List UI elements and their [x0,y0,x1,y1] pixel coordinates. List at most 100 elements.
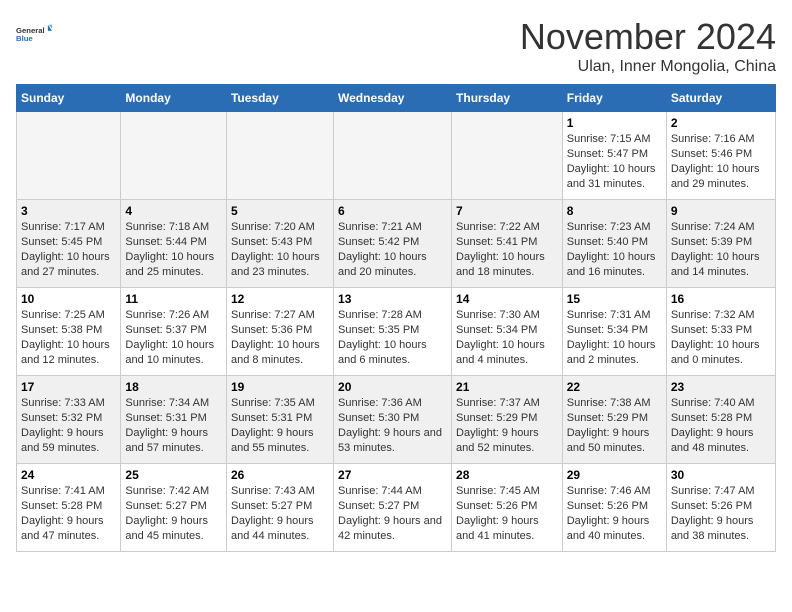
calendar-cell: 17 Sunrise: 7:33 AM Sunset: 5:32 PM Dayli… [17,376,121,464]
day-number: 26 [231,468,329,482]
calendar-table: SundayMondayTuesdayWednesdayThursdayFrid… [16,84,776,552]
day-info: Sunrise: 7:24 AM Sunset: 5:39 PM Dayligh… [671,220,771,279]
title-area: November 2024 Ulan, Inner Mongolia, Chin… [520,16,776,76]
day-number: 30 [671,468,771,482]
day-number: 17 [21,380,116,394]
svg-text:General: General [16,26,45,35]
day-info: Sunrise: 7:44 AM Sunset: 5:27 PM Dayligh… [338,484,447,543]
day-info: Sunrise: 7:37 AM Sunset: 5:29 PM Dayligh… [456,396,558,455]
header: General Blue November 2024 Ulan, Inner M… [16,16,776,76]
calendar-cell [334,112,452,200]
calendar-cell: 3 Sunrise: 7:17 AM Sunset: 5:45 PM Daylig… [17,200,121,288]
calendar-header-saturday: Saturday [666,85,775,112]
calendar-cell: 14Sunrise: 7:30 AM Sunset: 5:34 PM Dayli… [452,288,563,376]
calendar-cell: 8 Sunrise: 7:23 AM Sunset: 5:40 PM Daylig… [562,200,666,288]
day-info: Sunrise: 7:25 AM Sunset: 5:38 PM Dayligh… [21,308,116,367]
day-info: Sunrise: 7:40 AM Sunset: 5:28 PM Dayligh… [671,396,771,455]
day-info: Sunrise: 7:26 AM Sunset: 5:37 PM Dayligh… [125,308,222,367]
day-number: 16 [671,292,771,306]
day-number: 1 [567,116,662,130]
calendar-cell: 29 Sunrise: 7:46 AM Sunset: 5:26 PM Dayli… [562,464,666,552]
day-number: 18 [125,380,222,394]
day-info: Sunrise: 7:15 AM Sunset: 5:47 PM Dayligh… [567,132,662,191]
day-number: 23 [671,380,771,394]
day-info: Sunrise: 7:41 AM Sunset: 5:28 PM Dayligh… [21,484,116,543]
calendar-cell: 4Sunrise: 7:18 AM Sunset: 5:44 PM Daylig… [121,200,227,288]
day-info: Sunrise: 7:34 AM Sunset: 5:31 PM Dayligh… [125,396,222,455]
calendar-cell [17,112,121,200]
day-number: 28 [456,468,558,482]
day-info: Sunrise: 7:28 AM Sunset: 5:35 PM Dayligh… [338,308,447,367]
calendar-header-thursday: Thursday [452,85,563,112]
day-number: 10 [21,292,116,306]
calendar-cell: 26 Sunrise: 7:43 AM Sunset: 5:27 PM Dayli… [226,464,333,552]
day-number: 7 [456,204,558,218]
day-number: 19 [231,380,329,394]
calendar-cell: 21 Sunrise: 7:37 AM Sunset: 5:29 PM Dayli… [452,376,563,464]
calendar-cell: 2 Sunrise: 7:16 AM Sunset: 5:46 PM Daylig… [666,112,775,200]
day-info: Sunrise: 7:31 AM Sunset: 5:34 PM Dayligh… [567,308,662,367]
day-number: 6 [338,204,447,218]
day-info: Sunrise: 7:43 AM Sunset: 5:27 PM Dayligh… [231,484,329,543]
day-number: 20 [338,380,447,394]
day-info: Sunrise: 7:46 AM Sunset: 5:26 PM Dayligh… [567,484,662,543]
day-info: Sunrise: 7:32 AM Sunset: 5:33 PM Dayligh… [671,308,771,367]
day-number: 14 [456,292,558,306]
calendar-cell: 15 Sunrise: 7:31 AM Sunset: 5:34 PM Dayli… [562,288,666,376]
day-number: 3 [21,204,116,218]
day-info: Sunrise: 7:20 AM Sunset: 5:43 PM Dayligh… [231,220,329,279]
day-info: Sunrise: 7:47 AM Sunset: 5:26 PM Dayligh… [671,484,771,543]
logo-svg: General Blue [16,16,52,52]
day-number: 9 [671,204,771,218]
logo: General Blue [16,16,52,52]
day-info: Sunrise: 7:27 AM Sunset: 5:36 PM Dayligh… [231,308,329,367]
day-number: 27 [338,468,447,482]
day-info: Sunrise: 7:33 AM Sunset: 5:32 PM Dayligh… [21,396,116,455]
calendar-header-wednesday: Wednesday [334,85,452,112]
calendar-cell: 22Sunrise: 7:38 AM Sunset: 5:29 PM Dayli… [562,376,666,464]
day-number: 24 [21,468,116,482]
calendar-cell: 20 Sunrise: 7:36 AM Sunset: 5:30 PM Dayli… [334,376,452,464]
calendar-cell: 10 Sunrise: 7:25 AM Sunset: 5:38 PM Dayli… [17,288,121,376]
day-info: Sunrise: 7:35 AM Sunset: 5:31 PM Dayligh… [231,396,329,455]
day-number: 2 [671,116,771,130]
day-number: 29 [567,468,662,482]
day-info: Sunrise: 7:38 AM Sunset: 5:29 PM Dayligh… [567,396,662,455]
day-info: Sunrise: 7:22 AM Sunset: 5:41 PM Dayligh… [456,220,558,279]
day-number: 21 [456,380,558,394]
calendar-header-sunday: Sunday [17,85,121,112]
day-number: 25 [125,468,222,482]
calendar-cell: 28 Sunrise: 7:45 AM Sunset: 5:26 PM Dayli… [452,464,563,552]
calendar-cell [452,112,563,200]
day-number: 5 [231,204,329,218]
calendar-cell: 12Sunrise: 7:27 AM Sunset: 5:36 PM Dayli… [226,288,333,376]
day-info: Sunrise: 7:23 AM Sunset: 5:40 PM Dayligh… [567,220,662,279]
location-subtitle: Ulan, Inner Mongolia, China [520,58,776,76]
calendar-cell [226,112,333,200]
calendar-cell: 11Sunrise: 7:26 AM Sunset: 5:37 PM Dayli… [121,288,227,376]
day-info: Sunrise: 7:17 AM Sunset: 5:45 PM Dayligh… [21,220,116,279]
day-info: Sunrise: 7:42 AM Sunset: 5:27 PM Dayligh… [125,484,222,543]
calendar-header-friday: Friday [562,85,666,112]
day-info: Sunrise: 7:18 AM Sunset: 5:44 PM Dayligh… [125,220,222,279]
calendar-cell: 18 Sunrise: 7:34 AM Sunset: 5:31 PM Dayli… [121,376,227,464]
day-info: Sunrise: 7:45 AM Sunset: 5:26 PM Dayligh… [456,484,558,543]
calendar-cell: 1 Sunrise: 7:15 AM Sunset: 5:47 PM Daylig… [562,112,666,200]
calendar-cell: 6 Sunrise: 7:21 AM Sunset: 5:42 PM Daylig… [334,200,452,288]
calendar-cell: 23 Sunrise: 7:40 AM Sunset: 5:28 PM Dayli… [666,376,775,464]
svg-text:Blue: Blue [16,34,33,43]
calendar-header-monday: Monday [121,85,227,112]
day-number: 8 [567,204,662,218]
day-info: Sunrise: 7:16 AM Sunset: 5:46 PM Dayligh… [671,132,771,191]
day-number: 13 [338,292,447,306]
calendar-cell: 25 Sunrise: 7:42 AM Sunset: 5:27 PM Dayli… [121,464,227,552]
calendar-cell: 13 Sunrise: 7:28 AM Sunset: 5:35 PM Dayli… [334,288,452,376]
day-info: Sunrise: 7:36 AM Sunset: 5:30 PM Dayligh… [338,396,447,455]
calendar-cell: 16 Sunrise: 7:32 AM Sunset: 5:33 PM Dayli… [666,288,775,376]
calendar-cell: 9 Sunrise: 7:24 AM Sunset: 5:39 PM Daylig… [666,200,775,288]
day-info: Sunrise: 7:21 AM Sunset: 5:42 PM Dayligh… [338,220,447,279]
calendar-cell: 24 Sunrise: 7:41 AM Sunset: 5:28 PM Dayli… [17,464,121,552]
calendar-cell: 19 Sunrise: 7:35 AM Sunset: 5:31 PM Dayli… [226,376,333,464]
month-title: November 2024 [520,16,776,58]
day-number: 15 [567,292,662,306]
